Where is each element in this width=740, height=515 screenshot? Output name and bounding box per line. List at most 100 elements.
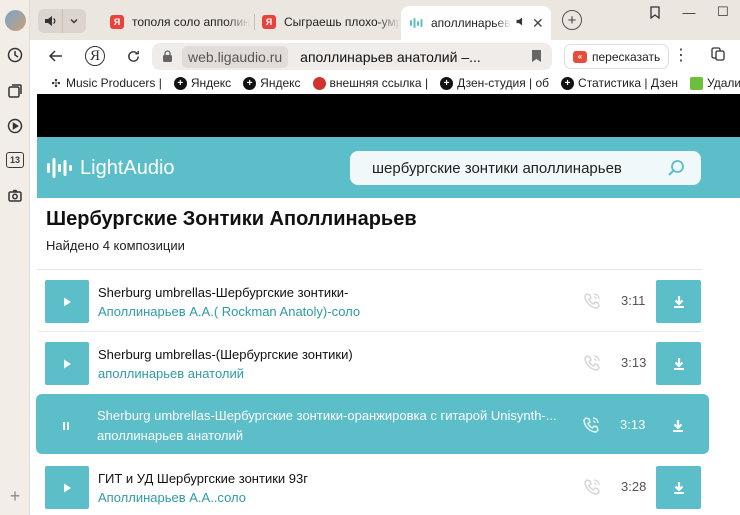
- yandex-favicon-icon: Я: [262, 15, 276, 29]
- page-title: Шербургские Зонтики Аполлинарьев: [46, 208, 417, 230]
- extensions-icon[interactable]: [710, 46, 730, 66]
- bookmark-delete[interactable]: Удалить п: [690, 76, 740, 90]
- bookmark-label: Дзен-студия | об: [457, 76, 550, 90]
- play-button[interactable]: [45, 280, 89, 323]
- site-header: LightAudio шербургские зонтики аполлинар…: [37, 137, 740, 198]
- retell-icon: «: [573, 50, 587, 63]
- dzen-icon: +: [243, 76, 257, 90]
- address-domain: web.ligaudio.ru: [182, 45, 289, 68]
- track-duration: 3:13: [620, 417, 646, 432]
- download-icon: [673, 481, 684, 494]
- green-square-icon: [690, 76, 704, 90]
- bookmark-music-producers[interactable]: ✣ Music Producers |: [50, 76, 162, 90]
- new-tab-button[interactable]: +: [562, 10, 582, 30]
- bookmark-statistics[interactable]: + Статистика | Дзен: [561, 76, 678, 90]
- reload-icon[interactable]: [123, 46, 143, 66]
- add-panel-icon[interactable]: +: [6, 486, 24, 507]
- bookmark-dzen-studio[interactable]: + Дзен-студия | об: [440, 76, 549, 90]
- bookmark-manager-icon[interactable]: [638, 0, 672, 24]
- track-title: Sherburg umbrellas-(Шербургские зонтики): [98, 347, 353, 362]
- history-icon[interactable]: [6, 46, 24, 64]
- media-player-icon[interactable]: [6, 117, 24, 135]
- maximize-icon[interactable]: ☐: [706, 0, 740, 24]
- tab-2[interactable]: Я Сыграешь плохо-умр: [262, 7, 400, 37]
- bookmark-icon[interactable]: [531, 49, 542, 68]
- track-row[interactable]: Sherburg umbrellas-(Шербургские зонтики)…: [37, 332, 709, 394]
- bookmark-yandex-1[interactable]: + Яндекс: [173, 76, 232, 90]
- track-row[interactable]: Sherburg umbrellas-Шербургские зонтики- …: [37, 270, 709, 332]
- search-value: шербургские зонтики аполлинарьев: [372, 159, 622, 177]
- search-input[interactable]: шербургские зонтики аполлинарьев: [350, 151, 701, 185]
- address-bar[interactable]: web.ligaudio.ru аполлинарьев анатолий –.…: [152, 43, 552, 70]
- track-duration: 3:28: [621, 479, 647, 494]
- yandex-favicon-icon: Я: [110, 15, 124, 29]
- window-controls: — ☐: [638, 0, 740, 26]
- ringtone-phone-icon[interactable]: [581, 415, 601, 435]
- retell-label: пересказать: [592, 49, 661, 64]
- more-options-icon[interactable]: ⋮: [672, 46, 690, 66]
- tab-title: аполлинарьев а: [431, 16, 511, 30]
- bookmark-label: Яндекс: [190, 76, 232, 90]
- pause-icon: [63, 421, 69, 430]
- collections-icon[interactable]: [6, 82, 24, 100]
- download-icon: [673, 295, 684, 308]
- ringtone-phone-icon[interactable]: [582, 477, 602, 497]
- screenshot-icon[interactable]: [6, 187, 24, 205]
- track-artist-link[interactable]: Аполлинарьев А.А..соло: [98, 490, 246, 505]
- grid-icon: ✣: [51, 77, 61, 90]
- audio-tab-control[interactable]: [38, 9, 86, 33]
- bookmarks-bar: ✣ Music Producers | + Яндекс + Яндекс вн…: [30, 72, 740, 94]
- soundwave-logo-icon: [47, 158, 72, 178]
- bookmark-label: Music Producers |: [66, 76, 162, 90]
- download-button[interactable]: [656, 342, 701, 385]
- play-icon: [64, 359, 71, 368]
- tab-audio-icon[interactable]: [515, 16, 526, 30]
- speaker-icon[interactable]: [38, 9, 62, 33]
- results-content: Шербургские Зонтики Аполлинарьев Найдено…: [36, 198, 740, 515]
- ringtone-phone-icon[interactable]: [582, 353, 602, 373]
- download-button[interactable]: [656, 466, 701, 509]
- pause-button[interactable]: [44, 404, 88, 447]
- track-row-playing[interactable]: Sherburg umbrellas-Шербургские зонтики-о…: [36, 394, 709, 454]
- minimize-icon[interactable]: —: [672, 0, 706, 24]
- bookmark-external-link[interactable]: внешняя ссылка |: [312, 76, 428, 90]
- calendar-icon[interactable]: 13: [6, 152, 24, 168]
- track-artist-link[interactable]: Аполлинарьев А.А.( Rockman Anatoly)-соло: [98, 304, 360, 319]
- lightaudio-favicon-icon: [409, 16, 423, 30]
- track-row[interactable]: ГИТ и УД Шербургские зонтики 93г Аполлин…: [37, 456, 709, 515]
- profile-avatar[interactable]: [5, 10, 26, 31]
- play-button[interactable]: [45, 466, 89, 509]
- download-button[interactable]: [655, 404, 700, 447]
- chevron-down-icon[interactable]: [62, 9, 84, 33]
- tab-1[interactable]: Я тополя соло апполин: [110, 7, 250, 37]
- address-page-title: аполлинарьев анатолий –...: [300, 48, 481, 65]
- bookmark-yandex-2[interactable]: + Яндекс: [243, 76, 301, 90]
- dzen-icon: +: [173, 76, 187, 90]
- close-tab-icon[interactable]: ✕: [532, 15, 544, 32]
- tab-title: тополя соло апполин: [132, 15, 250, 29]
- tab-3-active[interactable]: аполлинарьев а ✕: [401, 6, 551, 40]
- results-count: Найдено 4 композиции: [46, 238, 185, 253]
- track-duration: 3:11: [621, 293, 646, 308]
- download-icon: [672, 419, 683, 432]
- play-button[interactable]: [45, 342, 89, 385]
- ringtone-phone-icon[interactable]: [582, 291, 602, 311]
- bookmark-label: Удалить п: [707, 76, 740, 90]
- back-icon[interactable]: [46, 46, 66, 66]
- site-logo[interactable]: LightAudio: [45, 154, 175, 182]
- download-button[interactable]: [656, 280, 701, 323]
- track-duration: 3:13: [621, 355, 647, 370]
- yandex-logo-icon[interactable]: Я: [85, 46, 105, 66]
- search-icon[interactable]: [667, 159, 685, 177]
- red-circle-icon: [312, 76, 326, 90]
- tab-strip: Я тополя соло апполин Я Сыграешь плохо-у…: [30, 0, 740, 40]
- track-artist-link[interactable]: аполлинарьев анатолий: [98, 366, 244, 381]
- browser-toolbar: Я web.ligaudio.ru аполлинарьев анатолий …: [30, 40, 740, 72]
- track-artist-link[interactable]: аполлинарьев анатолий: [97, 428, 243, 443]
- bookmark-label: Яндекс: [260, 76, 301, 90]
- retell-button[interactable]: « пересказать: [564, 44, 670, 69]
- browser-sidebar: 13 +: [0, 0, 30, 515]
- lock-icon[interactable]: [152, 50, 182, 63]
- track-title: Sherburg umbrellas-Шербургские зонтики-о…: [97, 408, 557, 423]
- tab-separator: [254, 14, 255, 30]
